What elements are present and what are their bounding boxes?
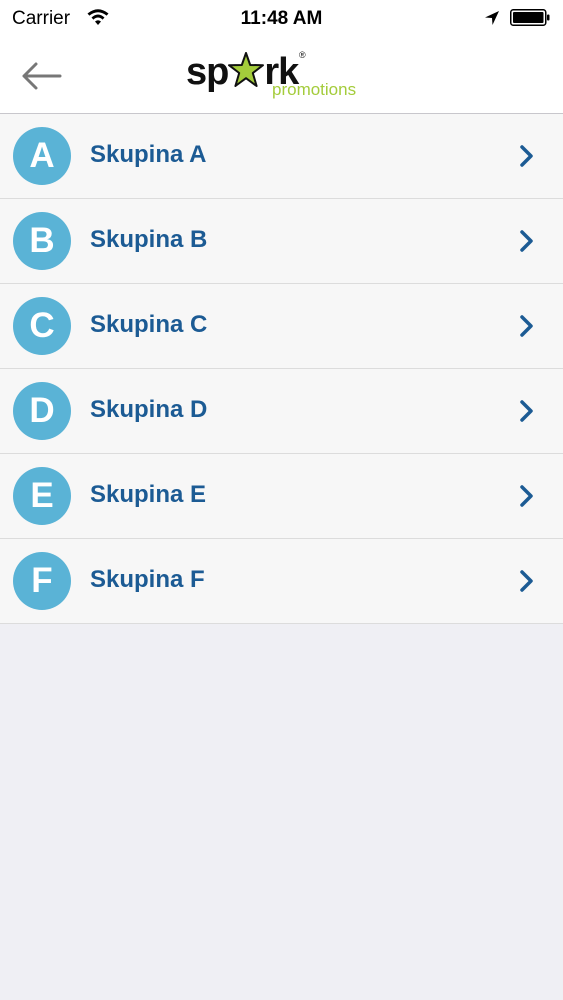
group-label: Skupina A (90, 141, 207, 168)
logo-tagline: promotions (272, 80, 357, 99)
letter-badge: E (13, 467, 71, 525)
list-item-group-c[interactable]: C Skupina C (0, 284, 563, 369)
letter-badge: F (13, 552, 71, 610)
star-icon (228, 52, 264, 87)
list-item-group-e[interactable]: E Skupina E (0, 454, 563, 539)
registered-mark: ® (299, 50, 306, 60)
spark-promotions-logo: sp rk ® promotions (186, 50, 386, 102)
list-item-group-d[interactable]: D Skupina D (0, 369, 563, 454)
chevron-right-icon (520, 145, 533, 167)
letter-badge: B (13, 212, 71, 270)
group-list: A Skupina A B Skupina B C Skupina C D Sk… (0, 114, 563, 624)
chevron-right-icon (520, 230, 533, 252)
status-bar: Carrier 11:48 AM (0, 0, 563, 38)
logo-wordmark-left: sp (186, 51, 229, 93)
list-item-group-a[interactable]: A Skupina A (0, 114, 563, 199)
chevron-right-icon (520, 400, 533, 422)
letter-badge: A (13, 127, 71, 185)
battery-icon (510, 9, 550, 26)
location-arrow-icon (485, 11, 499, 25)
back-arrow-icon[interactable] (20, 58, 64, 94)
chevron-right-icon (520, 485, 533, 507)
letter-badge: C (13, 297, 71, 355)
clock: 11:48 AM (240, 8, 323, 29)
navigation-bar: sp rk ® promotions (0, 38, 563, 114)
group-label: Skupina C (90, 311, 208, 338)
list-item-group-f[interactable]: F Skupina F (0, 539, 563, 624)
group-label: Skupina B (90, 226, 208, 253)
chevron-right-icon (520, 315, 533, 337)
list-item-group-b[interactable]: B Skupina B (0, 199, 563, 284)
group-label: Skupina F (90, 566, 205, 593)
chevron-right-icon (520, 570, 533, 592)
group-label: Skupina D (90, 396, 208, 423)
group-label: Skupina E (90, 481, 207, 508)
letter-badge: D (13, 382, 71, 440)
